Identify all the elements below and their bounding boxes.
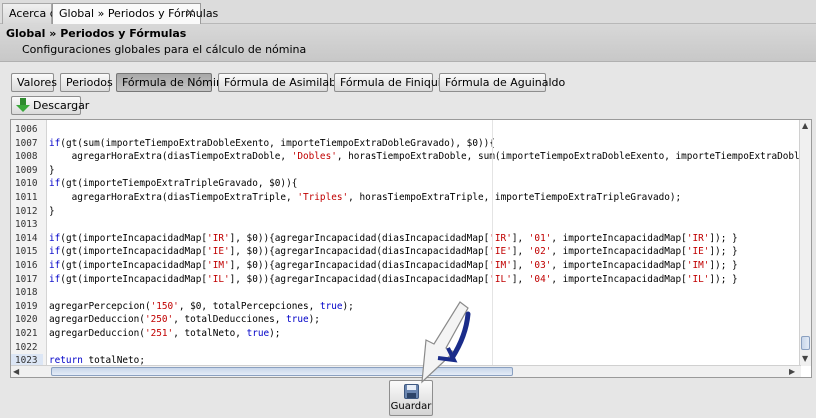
save-label: Guardar <box>390 401 432 412</box>
line-number: 1016 <box>15 260 38 271</box>
line-number: 1014 <box>15 232 38 244</box>
line-number-gutter: 1006 1007 1008 1009 1010 1011 1012 1013 1014 1015… <box>11 120 47 377</box>
code-line[interactable]: return totalNeto; <box>49 354 145 365</box>
code-line[interactable]: agregarHoraExtra(diasTiempoExtraDoble, '… <box>49 150 799 163</box>
line-number: 1006 <box>15 124 38 135</box>
page-header: Global » Periodos y Fórmulas Configuraci… <box>0 24 816 62</box>
code-line[interactable]: agregarHoraExtra(diasTiempoExtraTriple, … <box>49 191 682 204</box>
line-number: 1019 <box>15 300 38 312</box>
horizontal-scroll-thumb[interactable] <box>51 367 513 376</box>
line-number: 1021 <box>15 328 38 339</box>
vertical-scroll-thumb[interactable] <box>801 336 810 350</box>
line-number: 1015 <box>15 246 38 258</box>
scroll-left-icon[interactable]: ◀ <box>13 367 19 377</box>
line-number: 1012 <box>15 205 38 217</box>
code-line[interactable]: agregarDeduccion('251', totalNeto, true)… <box>49 327 280 340</box>
vertical-scrollbar[interactable]: ▲ ▼ <box>799 120 811 366</box>
code-area[interactable]: if(gt(sum(importeTiempoExtraDobleExento,… <box>49 120 799 365</box>
line-number: 1020 <box>15 314 38 326</box>
download-label: Descargar <box>33 99 90 112</box>
line-number: 1018 <box>15 287 38 299</box>
code-line[interactable]: if(gt(importeIncapacidadMap['IM'], $0)){… <box>49 259 738 272</box>
close-icon[interactable]: ✕ <box>185 6 195 20</box>
page-subtitle: Configuraciones globales para el cálculo… <box>22 43 307 56</box>
code-line[interactable]: if(gt(importeTiempoExtraTripleGravado, $… <box>49 177 297 190</box>
app-window: Acerca de Global » Periodos y Fórmulas ✕… <box>0 0 816 418</box>
code-line[interactable]: } <box>49 164 55 177</box>
line-number: 1022 <box>15 341 38 353</box>
code-line[interactable]: if(gt(sum(importeTiempoExtraDobleExento,… <box>49 137 495 150</box>
line-number: 1009 <box>15 164 38 176</box>
line-number: 1013 <box>15 219 38 231</box>
tab-acerca-de[interactable]: Acerca de <box>2 3 63 24</box>
code-line[interactable]: if(gt(importeIncapacidadMap['IR'], $0)){… <box>49 232 738 245</box>
code-editor[interactable]: 1006 1007 1008 1009 1010 1011 1012 1013 1014 1015… <box>10 119 812 378</box>
tab-periodos-formulas[interactable]: Global » Periodos y Fórmulas ✕ <box>52 3 218 25</box>
code-line[interactable]: agregarPercepcion('150', $0, totalPercep… <box>49 300 354 313</box>
formula-finiquito-button[interactable]: Fórmula de Finiquito <box>334 73 452 92</box>
code-line[interactable]: if(gt(importeIncapacidadMap['IL'], $0)){… <box>49 273 738 286</box>
page-title: Global » Periodos y Fórmulas <box>6 27 187 40</box>
print-margin <box>492 120 493 365</box>
code-line[interactable]: agregarDeduccion('250', totalDeducciones… <box>49 313 320 326</box>
scroll-up-icon[interactable]: ▲ <box>802 121 808 131</box>
line-number: 1010 <box>15 178 38 190</box>
code-line[interactable]: if(gt(importeIncapacidadMap['IE'], $0)){… <box>49 245 738 258</box>
scroll-right-icon[interactable]: ▶ <box>789 367 795 377</box>
line-number: 1008 <box>15 151 38 163</box>
formula-aguinaldo-button[interactable]: Fórmula de Aguinaldo <box>439 73 565 92</box>
line-number: 1011 <box>15 192 38 203</box>
download-arrow-icon <box>16 98 30 112</box>
periodos-button[interactable]: Periodos <box>60 73 113 92</box>
valores-button[interactable]: Valores <box>11 73 57 92</box>
formula-nomina-button[interactable]: Fórmula de Nómina <box>116 73 230 92</box>
code-line[interactable]: } <box>49 205 55 218</box>
save-button[interactable]: Guardar <box>389 380 433 416</box>
scroll-down-icon[interactable]: ▼ <box>802 354 808 364</box>
horizontal-scrollbar[interactable]: ◀ ▶ <box>11 365 801 377</box>
line-number: 1017 <box>15 273 38 285</box>
download-button[interactable]: Descargar <box>11 96 89 115</box>
formula-asimilables-button[interactable]: Fórmula de Asimilables <box>218 73 352 92</box>
floppy-disk-icon <box>404 384 419 399</box>
line-number: 1007 <box>15 137 38 149</box>
formula-panel: Valores Periodos Fórmula de Nómina Fórmu… <box>4 64 812 394</box>
tab-strip: Acerca de Global » Periodos y Fórmulas ✕ <box>0 0 816 25</box>
